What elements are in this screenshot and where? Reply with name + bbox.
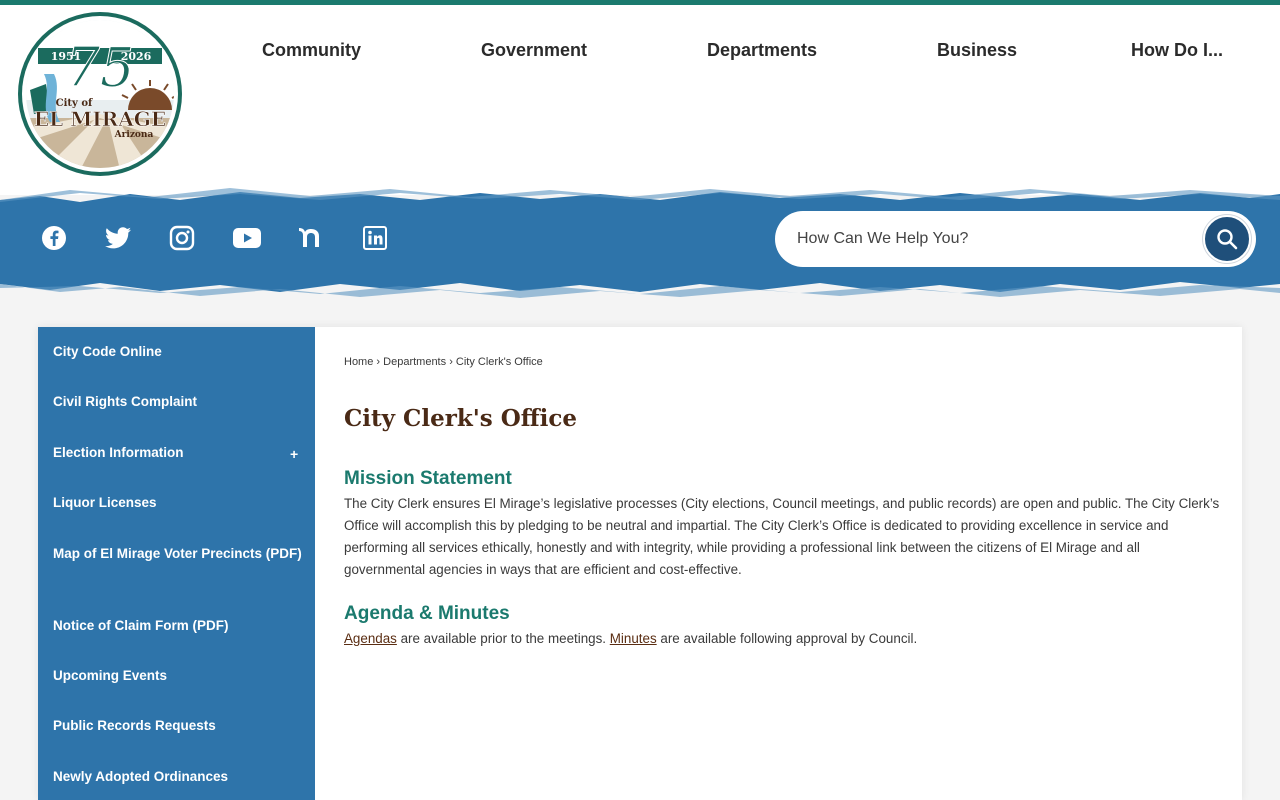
linkedin-icon[interactable] [359, 222, 391, 254]
sidebar-item-notice-of-claim[interactable]: Notice of Claim Form (PDF) [53, 615, 303, 636]
minutes-link[interactable]: Minutes [610, 631, 657, 646]
twitter-icon[interactable] [102, 222, 134, 254]
breadcrumb-departments[interactable]: Departments [383, 356, 446, 368]
logo-city-name: EL MIRAGE [34, 107, 166, 131]
agenda-heading: Agenda & Minutes [344, 603, 510, 624]
sidebar-item-upcoming-events[interactable]: Upcoming Events [53, 665, 303, 686]
main-nav: Community Government Departments Busines… [0, 40, 1280, 64]
nav-how-do-i[interactable]: How Do I... [1131, 40, 1223, 61]
agenda-text-part-2: are available following approval by Coun… [656, 631, 918, 646]
sidebar-item-liquor-licenses[interactable]: Liquor Licenses [53, 492, 303, 513]
facebook-icon[interactable] [38, 222, 70, 254]
sidebar-item-newly-adopted-ordinances[interactable]: Newly Adopted Ordinances [53, 766, 303, 787]
city-logo[interactable]: 1951 2026 75 City of EL MIRAGE Arizona [16, 10, 184, 178]
mission-text: The City Clerk ensures El Mirage’s legis… [344, 496, 1220, 577]
sidebar-nav: City Code Online Civil Rights Complaint … [38, 327, 315, 800]
youtube-icon[interactable] [231, 222, 263, 254]
nav-business[interactable]: Business [937, 40, 1017, 61]
search-button[interactable] [1203, 215, 1251, 263]
nav-community[interactable]: Community [262, 40, 361, 61]
search-input[interactable] [797, 225, 1197, 253]
sidebar-item-election-information[interactable]: Election Information [53, 442, 303, 463]
sidebar-item-public-records[interactable]: Public Records Requests [53, 715, 303, 736]
page-title: City Clerk's Office [344, 405, 578, 432]
expand-plus-icon[interactable]: + [290, 446, 298, 462]
sidebar-item-city-code-online[interactable]: City Code Online [53, 341, 303, 362]
nav-government[interactable]: Government [481, 40, 587, 61]
agenda-text-part-1: are available prior to the meetings. [396, 631, 610, 646]
mission-heading: Mission Statement [344, 468, 512, 489]
breadcrumb: Home › Departments › City Clerk's Office [344, 356, 543, 368]
agenda-text: Agendas are available prior to the meeti… [344, 628, 1222, 650]
agendas-link[interactable]: Agendas [344, 631, 397, 646]
site-header [0, 5, 1280, 195]
nextdoor-icon[interactable] [295, 222, 327, 254]
breadcrumb-separator: › [449, 356, 453, 368]
search-icon [1217, 229, 1238, 250]
breadcrumb-home[interactable]: Home [344, 356, 373, 368]
instagram-icon[interactable] [166, 222, 198, 254]
breadcrumb-current: City Clerk's Office [455, 356, 543, 368]
nav-departments[interactable]: Departments [707, 40, 817, 61]
sidebar-item-voter-precincts-map[interactable]: Map of El Mirage Voter Precincts (PDF) [53, 543, 303, 564]
site-search [775, 211, 1256, 267]
logo-state: Arizona [114, 130, 154, 140]
sidebar-item-civil-rights-complaint[interactable]: Civil Rights Complaint [53, 391, 303, 412]
breadcrumb-separator: › [376, 356, 381, 368]
